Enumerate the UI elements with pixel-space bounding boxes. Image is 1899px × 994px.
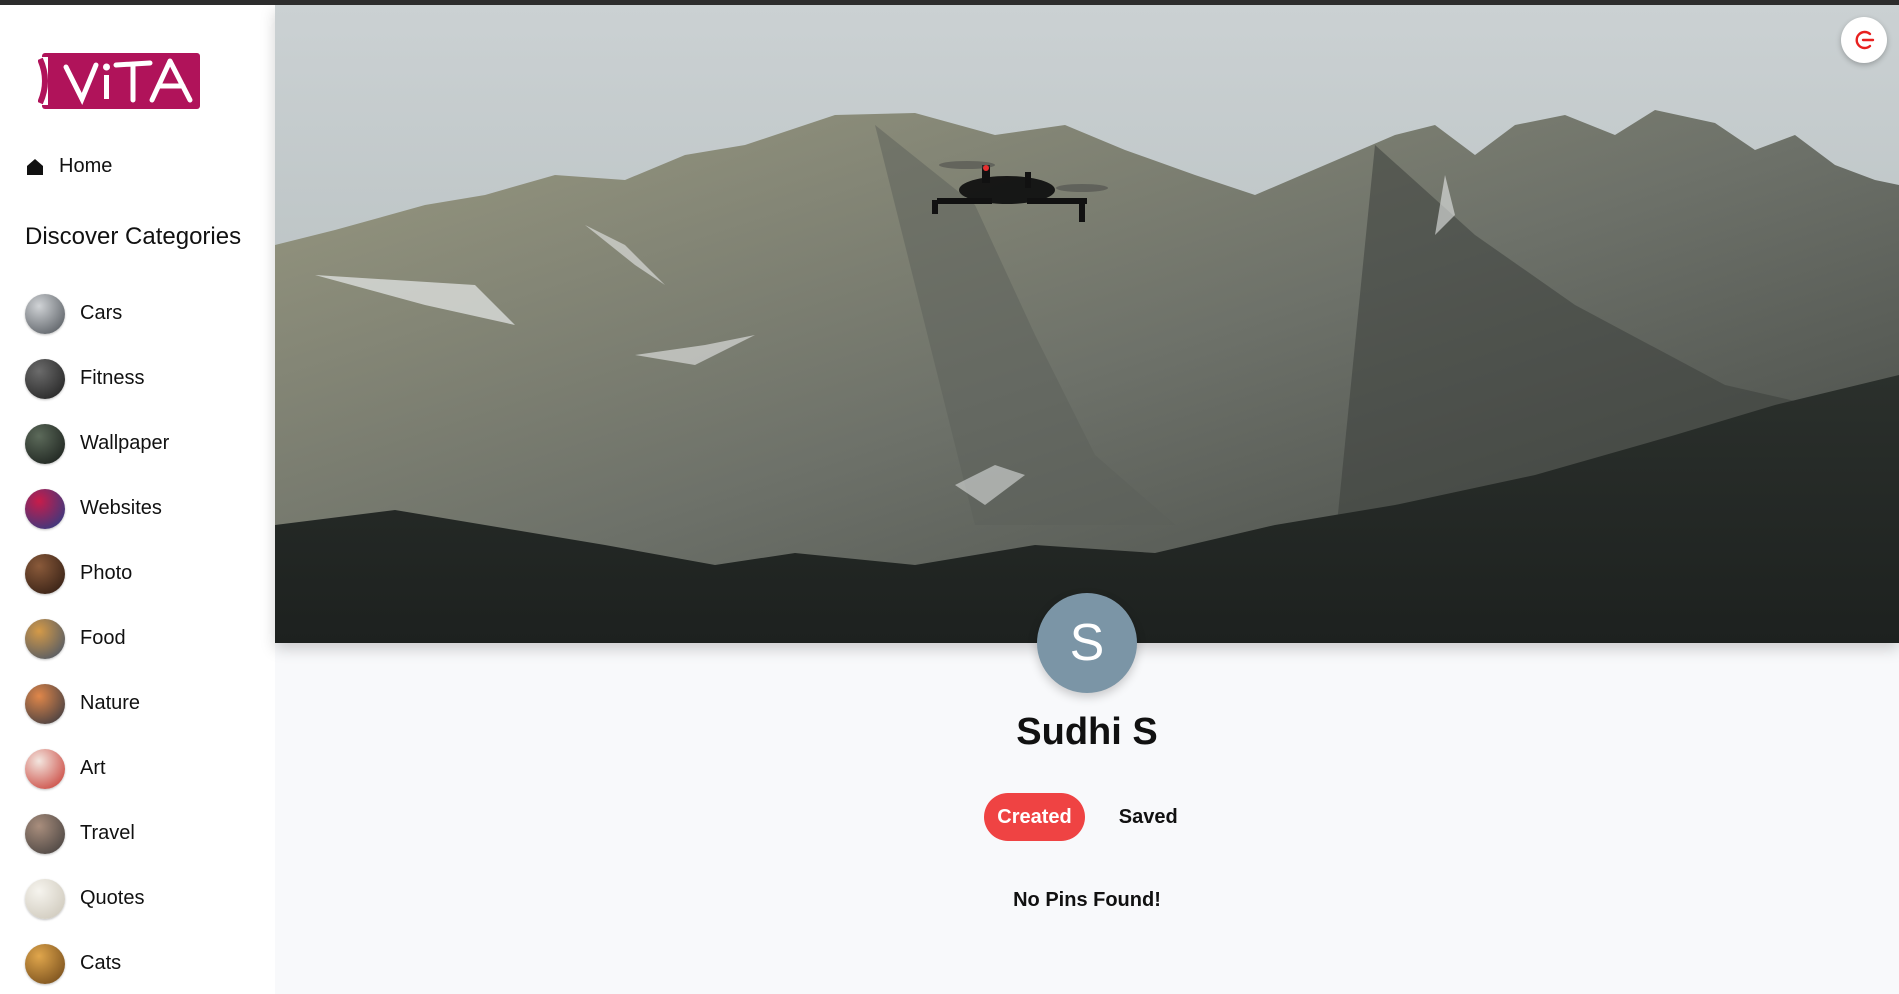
category-label: Photo	[80, 562, 133, 584]
category-label: Wallpaper	[80, 432, 170, 454]
category-label: Travel	[80, 822, 135, 844]
category-label: Food	[80, 627, 126, 649]
category-thumbnail	[25, 878, 65, 919]
category-label: Art	[80, 757, 106, 779]
sidebar-category-food[interactable]: Food	[25, 606, 169, 671]
avatar-letter: S	[1069, 614, 1105, 672]
sidebar-home-link[interactable]: Home	[25, 155, 112, 178]
category-thumbnail	[25, 748, 65, 789]
category-thumbnail	[25, 943, 65, 984]
profile-avatar: S	[1037, 593, 1137, 693]
categories-list: Cars Fitness Wallpaper Websites Photo Food Nat…	[25, 281, 169, 994]
category-thumbnail	[25, 683, 65, 724]
sidebar-category-photo[interactable]: Photo	[25, 541, 169, 606]
category-thumbnail	[25, 553, 65, 594]
sidebar-category-travel[interactable]: Travel	[25, 801, 169, 866]
category-label: Websites	[80, 497, 162, 519]
home-icon	[27, 158, 43, 175]
category-thumbnail	[25, 358, 65, 399]
vita-logo[interactable]	[37, 53, 200, 109]
sidebar-category-cars[interactable]: Cars	[25, 281, 169, 346]
tab-saved[interactable]: Saved	[1107, 793, 1190, 841]
google-logout-icon	[1855, 30, 1875, 50]
sidebar: Home Discover Categories Cars Fitness Wall…	[0, 5, 275, 994]
empty-state-message: No Pins Found!	[1013, 889, 1161, 911]
category-thumbnail	[25, 618, 65, 659]
profile-tabs: Created Saved	[275, 793, 1899, 841]
category-label: Cars	[80, 302, 123, 324]
sidebar-category-cats[interactable]: Cats	[25, 931, 169, 994]
sidebar-category-quotes[interactable]: Quotes	[25, 866, 169, 931]
sidebar-category-fitness[interactable]: Fitness	[25, 346, 169, 411]
category-label: Quotes	[80, 887, 145, 909]
logout-button[interactable]	[1841, 17, 1887, 63]
categories-heading: Discover Categories	[25, 223, 242, 250]
category-thumbnail	[25, 813, 65, 854]
sidebar-category-art[interactable]: Art	[25, 736, 169, 801]
profile-banner-image	[275, 5, 1899, 643]
category-thumbnail	[25, 293, 65, 334]
profile-name: Sudhi S	[1016, 711, 1158, 753]
tab-created[interactable]: Created	[984, 793, 1085, 841]
sidebar-category-nature[interactable]: Nature	[25, 671, 169, 736]
category-label: Fitness	[80, 367, 145, 389]
sidebar-home-label: Home	[59, 155, 113, 177]
category-label: Nature	[80, 692, 141, 714]
sidebar-category-wallpaper[interactable]: Wallpaper	[25, 411, 169, 476]
main-content: S Sudhi S Created Saved No Pins Found!	[275, 5, 1899, 994]
window-top-border	[0, 0, 1899, 5]
category-label: Cats	[80, 952, 122, 974]
category-thumbnail	[25, 488, 65, 529]
sidebar-category-websites[interactable]: Websites	[25, 476, 169, 541]
category-thumbnail	[25, 423, 65, 464]
